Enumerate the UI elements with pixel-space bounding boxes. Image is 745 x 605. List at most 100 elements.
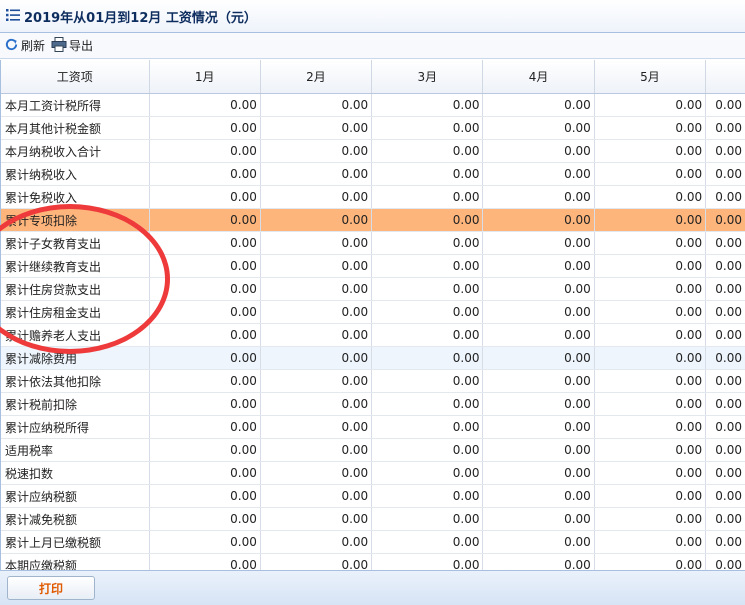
row-value-cell: 0.00 (594, 392, 707, 416)
row-value-cell: 0.00 (594, 438, 707, 462)
row-value-cell: 0.00 (149, 185, 261, 209)
row-item-name: 累计减免税额 (1, 507, 150, 531)
row-value-cell: 0.00 (371, 415, 484, 439)
page-title: 2019年从01月到12月 工资情况（元） (24, 10, 257, 26)
table-row[interactable]: 适用税率 0.00 0.00 0.00 0.00 0.00 0.00 (1, 438, 745, 462)
table-row[interactable]: 累计专项扣除 0.00 0.00 0.00 0.00 0.00 0.00 (1, 208, 745, 232)
row-value-cell: 0.00 (371, 185, 484, 209)
row-item-name: 累计纳税收入 (1, 162, 150, 186)
row-value-cell: 0.00 (482, 369, 595, 393)
row-value-cell: 0.00 (482, 507, 595, 531)
column-header-month-4[interactable]: 4月 (482, 60, 595, 94)
row-value-cell: 0.00 (594, 277, 707, 301)
table-row[interactable]: 本月其他计税金额 0.00 0.00 0.00 0.00 0.00 0.00 (1, 116, 745, 140)
row-value-cell: 0.00 (260, 208, 373, 232)
row-value-cell: 0.00 (482, 139, 595, 163)
row-item-name: 累计应纳税额 (1, 484, 150, 508)
column-header-month-5[interactable]: 5月 (594, 60, 707, 94)
printer-icon (51, 36, 67, 55)
row-value-cell: 0.00 (594, 300, 707, 324)
row-value-cell: 0.00 (705, 438, 745, 462)
column-header-month-3[interactable]: 3月 (371, 60, 484, 94)
table-header-row: 工资项 1月 2月 3月 4月 5月 (1, 60, 745, 94)
row-value-cell: 0.00 (371, 93, 484, 117)
row-item-name: 累计住房租金支出 (1, 300, 150, 324)
table-row[interactable]: 累计应纳税所得 0.00 0.00 0.00 0.00 0.00 0.00 (1, 415, 745, 439)
row-value-cell: 0.00 (594, 231, 707, 255)
row-value-cell: 0.00 (705, 553, 745, 570)
row-value-cell: 0.00 (705, 139, 745, 163)
table-row[interactable]: 累计上月已缴税额 0.00 0.00 0.00 0.00 0.00 0.00 (1, 530, 745, 554)
row-value-cell: 0.00 (594, 162, 707, 186)
column-header-month-1[interactable]: 1月 (149, 60, 261, 94)
table-row[interactable]: 累计赡养老人支出 0.00 0.00 0.00 0.00 0.00 0.00 (1, 323, 745, 347)
table-row[interactable]: 累计住房租金支出 0.00 0.00 0.00 0.00 0.00 0.00 (1, 300, 745, 324)
table-row[interactable]: 累计应纳税额 0.00 0.00 0.00 0.00 0.00 0.00 (1, 484, 745, 508)
column-header-item[interactable]: 工资项 (1, 60, 150, 94)
row-value-cell: 0.00 (149, 484, 261, 508)
row-value-cell: 0.00 (594, 254, 707, 278)
table-row[interactable]: 累计纳税收入 0.00 0.00 0.00 0.00 0.00 0.00 (1, 162, 745, 186)
table-row[interactable]: 累计减免税额 0.00 0.00 0.00 0.00 0.00 0.00 (1, 507, 745, 531)
row-value-cell: 0.00 (149, 139, 261, 163)
print-button[interactable]: 打印 (7, 576, 95, 600)
table-row[interactable]: 累计税前扣除 0.00 0.00 0.00 0.00 0.00 0.00 (1, 392, 745, 416)
row-value-cell: 0.00 (260, 392, 373, 416)
row-value-cell: 0.00 (371, 461, 484, 485)
row-value-cell: 0.00 (594, 415, 707, 439)
table-row[interactable]: 累计依法其他扣除 0.00 0.00 0.00 0.00 0.00 0.00 (1, 369, 745, 393)
row-value-cell: 0.00 (149, 162, 261, 186)
row-value-cell: 0.00 (260, 438, 373, 462)
row-value-cell: 0.00 (149, 254, 261, 278)
row-value-cell: 0.00 (371, 323, 484, 347)
row-item-name: 累计依法其他扣除 (1, 369, 150, 393)
refresh-icon (4, 37, 19, 55)
column-header-month-2[interactable]: 2月 (260, 60, 373, 94)
table-row[interactable]: 本月纳税收入合计 0.00 0.00 0.00 0.00 0.00 0.00 (1, 139, 745, 163)
row-value-cell: 0.00 (371, 369, 484, 393)
refresh-button[interactable]: 刷新 (4, 37, 45, 55)
row-value-cell: 0.00 (482, 392, 595, 416)
row-value-cell: 0.00 (149, 208, 261, 232)
row-value-cell: 0.00 (260, 553, 373, 570)
row-value-cell: 0.00 (705, 231, 745, 255)
row-value-cell: 0.00 (149, 530, 261, 554)
list-icon (6, 8, 20, 25)
table-row[interactable]: 累计住房贷款支出 0.00 0.00 0.00 0.00 0.00 0.00 (1, 277, 745, 301)
row-value-cell: 0.00 (260, 277, 373, 301)
table-row[interactable]: 累计减除费用 0.00 0.00 0.00 0.00 0.00 0.00 (1, 346, 745, 370)
row-item-name: 累计免税收入 (1, 185, 150, 209)
row-value-cell: 0.00 (705, 484, 745, 508)
row-item-name: 本月纳税收入合计 (1, 139, 150, 163)
row-value-cell: 0.00 (594, 461, 707, 485)
row-value-cell: 0.00 (594, 139, 707, 163)
row-value-cell: 0.00 (371, 438, 484, 462)
export-button[interactable]: 导出 (51, 36, 94, 55)
row-item-name: 累计继续教育支出 (1, 254, 150, 278)
export-label: 导出 (69, 39, 94, 53)
row-value-cell: 0.00 (149, 438, 261, 462)
row-value-cell: 0.00 (371, 484, 484, 508)
row-item-name: 适用税率 (1, 438, 150, 462)
row-value-cell: 0.00 (482, 162, 595, 186)
row-value-cell: 0.00 (371, 116, 484, 140)
row-value-cell: 0.00 (482, 323, 595, 347)
row-value-cell: 0.00 (260, 116, 373, 140)
table-row[interactable]: 税速扣数 0.00 0.00 0.00 0.00 0.00 0.00 (1, 461, 745, 485)
table-row[interactable]: 累计继续教育支出 0.00 0.00 0.00 0.00 0.00 0.00 (1, 254, 745, 278)
table-row[interactable]: 累计免税收入 0.00 0.00 0.00 0.00 0.00 0.00 (1, 185, 745, 209)
row-value-cell: 0.00 (482, 185, 595, 209)
table-row[interactable]: 本月工资计税所得 0.00 0.00 0.00 0.00 0.00 0.00 (1, 93, 745, 117)
table-row[interactable]: 本期应缴税额 0.00 0.00 0.00 0.00 0.00 0.00 (1, 553, 745, 570)
row-value-cell: 0.00 (371, 208, 484, 232)
row-value-cell: 0.00 (149, 346, 261, 370)
table-row[interactable]: 累计子女教育支出 0.00 0.00 0.00 0.00 0.00 0.00 (1, 231, 745, 255)
row-item-name: 本月其他计税金额 (1, 116, 150, 140)
row-value-cell: 0.00 (594, 208, 707, 232)
row-value-cell: 0.00 (149, 277, 261, 301)
row-value-cell: 0.00 (705, 392, 745, 416)
row-value-cell: 0.00 (371, 139, 484, 163)
row-value-cell: 0.00 (594, 507, 707, 531)
row-value-cell: 0.00 (260, 254, 373, 278)
row-value-cell: 0.00 (149, 323, 261, 347)
